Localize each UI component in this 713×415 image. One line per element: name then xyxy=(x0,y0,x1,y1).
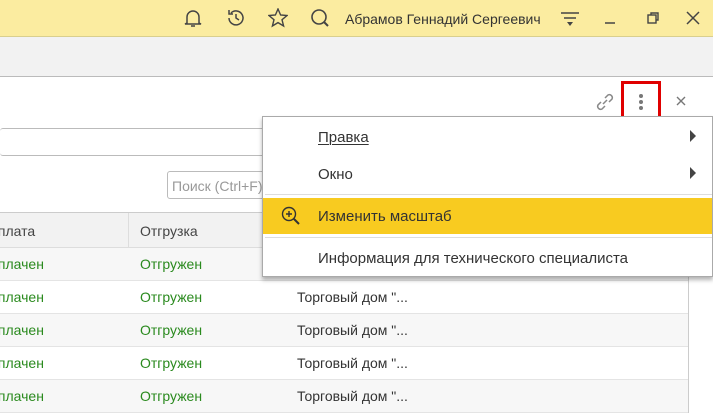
column-header-payment[interactable]: Оплата xyxy=(0,223,35,239)
payment-status: Оплачен xyxy=(0,322,44,338)
shipment-status: Отгружен xyxy=(140,256,203,272)
link-icon[interactable] xyxy=(594,91,616,118)
menu-item-change-zoom[interactable]: Изменить масштаб xyxy=(263,198,712,234)
search-icon[interactable] xyxy=(308,6,332,30)
close-icon[interactable] xyxy=(681,6,705,30)
shipment-status: Отгружен xyxy=(140,289,203,305)
restore-icon[interactable] xyxy=(641,6,665,30)
shipment-status: Отгружен xyxy=(140,388,203,404)
context-menu: Правка Окно Изменить масштаб Информация … xyxy=(262,116,713,277)
menu-divider xyxy=(265,194,712,195)
submenu-arrow-icon xyxy=(690,130,696,142)
table-row[interactable]: Оплачен Отгружен Торговый дом "... xyxy=(0,314,688,347)
form-close-icon[interactable] xyxy=(674,93,688,113)
text-field[interactable] xyxy=(0,128,275,156)
payment-status: Оплачен xyxy=(0,355,44,371)
table-row[interactable]: Оплачен Отгружен Торговый дом "... xyxy=(0,347,688,380)
payment-status: Оплачен xyxy=(0,289,44,305)
table-row[interactable]: Оплачен Отгружен Торговый дом "... xyxy=(0,281,688,314)
minimize-icon[interactable] xyxy=(598,6,622,30)
tab-bar xyxy=(0,37,713,77)
bell-icon[interactable] xyxy=(181,6,205,30)
menu-divider xyxy=(265,237,712,238)
counterparty: Торговый дом "... xyxy=(297,322,408,338)
payment-status: Оплачен xyxy=(0,388,44,404)
menu-icon[interactable] xyxy=(558,6,582,30)
submenu-arrow-icon xyxy=(690,167,696,179)
counterparty: Торговый дом "... xyxy=(297,355,408,371)
history-icon[interactable] xyxy=(224,6,248,30)
zoom-in-icon xyxy=(281,206,301,229)
column-header-shipment[interactable]: Отгрузка xyxy=(140,223,198,239)
star-icon[interactable] xyxy=(266,6,290,30)
counterparty: Торговый дом "... xyxy=(297,388,408,404)
payment-status: Оплачен xyxy=(0,256,44,272)
column-divider[interactable] xyxy=(128,213,129,248)
table-row[interactable]: Оплачен Отгружен Торговый дом "... xyxy=(0,380,688,413)
counterparty: Торговый дом "... xyxy=(297,289,408,305)
user-name[interactable]: Абрамов Геннадий Сергеевич xyxy=(345,11,541,27)
menu-item-tech-info[interactable]: Информация для технического специалиста xyxy=(263,240,712,276)
shipment-status: Отгружен xyxy=(140,322,203,338)
top-bar: Абрамов Геннадий Сергеевич xyxy=(0,0,713,37)
menu-item-edit[interactable]: Правка xyxy=(263,119,712,155)
menu-item-window[interactable]: Окно xyxy=(263,156,712,192)
shipment-status: Отгружен xyxy=(140,355,203,371)
search-input[interactable]: Поиск (Ctrl+F) xyxy=(167,171,277,199)
